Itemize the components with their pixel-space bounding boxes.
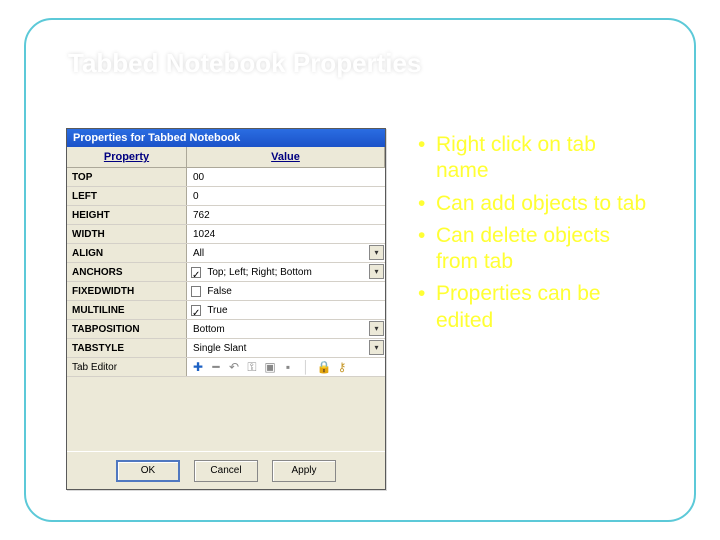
value-input[interactable] — [191, 167, 381, 188]
property-label: ANCHORS — [67, 263, 187, 281]
dialog-button-bar: OK Cancel Apply — [67, 451, 385, 489]
bullet-item: Can add objects to tab — [414, 191, 654, 217]
chevron-down-icon[interactable]: ▾ — [369, 264, 384, 279]
property-value-cell[interactable]: ✚ ━ ↶ ⚿ ▣ ▪ │ 🔒 ⚷ — [187, 358, 385, 376]
property-value-cell[interactable] — [187, 225, 385, 243]
value-input[interactable] — [191, 338, 381, 359]
property-value-cell[interactable]: ▾ — [187, 263, 385, 281]
property-row: TOP — [67, 168, 385, 187]
property-row: TABSTYLE ▾ — [67, 339, 385, 358]
property-row: LEFT — [67, 187, 385, 206]
property-label: LEFT — [67, 187, 187, 205]
property-label: FIXEDWIDTH — [67, 282, 187, 300]
ok-button[interactable]: OK — [116, 460, 180, 482]
bullet-item: Properties can be edited — [414, 281, 654, 334]
property-row: FIXEDWIDTH — [67, 282, 385, 301]
property-rows: TOPLEFTHEIGHTWIDTHALIGN ▾ ANCHORS ▾ FIXEDWID… — [67, 168, 385, 377]
save-icon[interactable]: ▪ — [281, 360, 295, 374]
sep-icon: │ — [299, 360, 313, 374]
property-row: Tab Editor ✚ ━ ↶ ⚿ ▣ ▪ │ 🔒 ⚷ — [67, 358, 385, 377]
value-input[interactable] — [191, 186, 381, 207]
value-input[interactable] — [191, 243, 381, 264]
checkbox[interactable] — [191, 305, 201, 316]
property-label: Tab Editor — [67, 358, 187, 376]
property-row: ALIGN ▾ — [67, 244, 385, 263]
property-value-cell[interactable] — [187, 168, 385, 186]
open-icon[interactable]: ▣ — [263, 360, 277, 374]
slide-title: Tabbed Notebook Properties — [68, 48, 668, 79]
chevron-down-icon[interactable]: ▾ — [369, 245, 384, 260]
column-header-property[interactable]: Property — [67, 147, 187, 167]
property-row: MULTILINE — [67, 301, 385, 320]
property-value-cell[interactable] — [187, 187, 385, 205]
bullet-item: Can delete objects from tab — [414, 223, 654, 276]
bullet-list: Right click on tab name Can add objects t… — [414, 128, 654, 490]
cancel-button[interactable]: Cancel — [194, 460, 258, 482]
property-value-cell[interactable] — [187, 301, 385, 319]
property-label: ALIGN — [67, 244, 187, 262]
grid-header: Property Value — [67, 147, 385, 168]
value-input[interactable] — [191, 319, 381, 340]
key-icon[interactable]: ⚿ — [245, 360, 259, 374]
property-label: WIDTH — [67, 225, 187, 243]
property-row: ANCHORS ▾ — [67, 263, 385, 282]
keyhole-icon[interactable]: ⚷ — [335, 360, 349, 374]
value-input[interactable] — [205, 281, 381, 302]
column-header-value[interactable]: Value — [187, 147, 385, 167]
property-value-cell[interactable]: ▾ — [187, 320, 385, 338]
plus-icon[interactable]: ✚ — [191, 360, 205, 374]
lock-icon[interactable]: 🔒 — [317, 360, 331, 374]
apply-button[interactable]: Apply — [272, 460, 336, 482]
property-label: TABSTYLE — [67, 339, 187, 357]
value-input[interactable] — [205, 262, 381, 283]
minus-icon[interactable]: ━ — [209, 360, 223, 374]
undo-icon[interactable]: ↶ — [227, 360, 241, 374]
property-label: TABPOSITION — [67, 320, 187, 338]
slide-content: Properties for Tabbed Notebook Property … — [66, 128, 654, 490]
checkbox[interactable] — [191, 286, 201, 297]
dialog-titlebar: Properties for Tabbed Notebook — [67, 129, 385, 147]
chevron-down-icon[interactable]: ▾ — [369, 321, 384, 336]
property-value-cell[interactable]: ▾ — [187, 244, 385, 262]
property-row: TABPOSITION ▾ — [67, 320, 385, 339]
properties-dialog: Properties for Tabbed Notebook Property … — [66, 128, 386, 490]
property-row: HEIGHT — [67, 206, 385, 225]
slide-frame: Tabbed Notebook Properties Properties fo… — [24, 18, 696, 522]
property-value-cell[interactable]: ▾ — [187, 339, 385, 357]
bullet-item: Right click on tab name — [414, 132, 654, 185]
dialog-empty-area — [67, 377, 385, 451]
checkbox[interactable] — [191, 267, 201, 278]
property-label: MULTILINE — [67, 301, 187, 319]
chevron-down-icon[interactable]: ▾ — [369, 340, 384, 355]
property-label: TOP — [67, 168, 187, 186]
property-row: WIDTH — [67, 225, 385, 244]
value-input[interactable] — [191, 205, 381, 226]
property-value-cell[interactable] — [187, 282, 385, 300]
property-value-cell[interactable] — [187, 206, 385, 224]
value-input[interactable] — [205, 300, 381, 321]
property-label: HEIGHT — [67, 206, 187, 224]
value-input[interactable] — [191, 224, 381, 245]
